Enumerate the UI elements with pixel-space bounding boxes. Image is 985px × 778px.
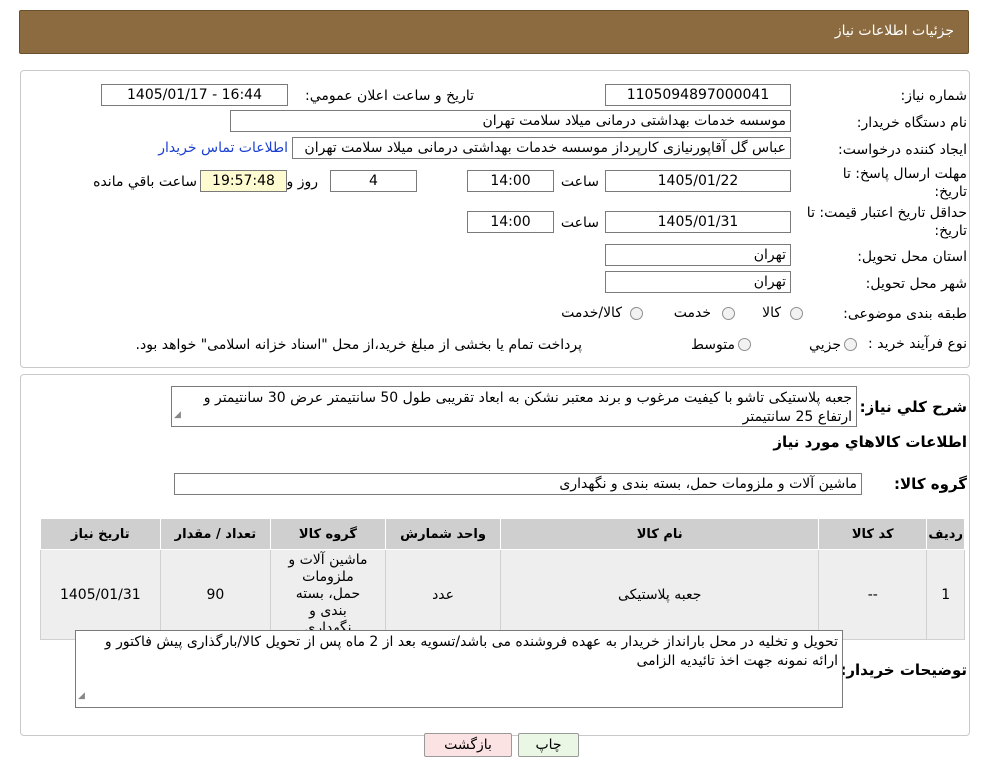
days-left-field: 4 — [330, 170, 417, 192]
category-goods-service-radio[interactable] — [630, 307, 643, 320]
price-validity-time-field: 14:00 — [467, 211, 554, 233]
col-header-date: تاریخ نیاز — [40, 518, 161, 550]
process-medium-label: متوسط — [691, 337, 735, 353]
price-validity-time-label: ساعت — [560, 215, 599, 231]
goods-table: تاریخ نیاز تعداد / مقدار گروه کالا واحد … — [40, 518, 965, 640]
goods-section-title: اطلاعات کالاهاي مورد نیاز — [773, 433, 967, 451]
process-minor-label: جزیي — [809, 337, 841, 353]
deadline-date-field: 1405/01/22 — [605, 170, 791, 192]
cell-group: ماشین آلات و ملزومات حمل، بسته بندی و نگ… — [270, 549, 386, 640]
process-label: نوع فرآیند خرید : — [868, 336, 967, 352]
buyer-org-label: نام دستگاه خریدار: — [856, 115, 967, 131]
deadline-label: مهلت ارسال پاسخ: تا — [842, 166, 967, 182]
process-medium-radio[interactable] — [738, 338, 751, 351]
print-button[interactable]: چاپ — [518, 733, 579, 757]
resize-grip-icon[interactable]: ◢ — [174, 406, 181, 425]
deadline-label-date: تاریخ: — [934, 184, 967, 200]
table-row: 1405/01/31 90 ماشین آلات و ملزومات حمل، … — [40, 549, 965, 640]
category-service-radio[interactable] — [722, 307, 735, 320]
col-header-row: ردیف — [926, 518, 965, 550]
buyer-notes-text: تحویل و تخلیه در محل بارانداز خریدار به … — [104, 634, 838, 669]
summary-label: شرح کلي نیاز: — [859, 398, 967, 416]
requester-field: عباس گل آقاپورنیازی کارپرداز موسسه خدمات… — [292, 137, 791, 159]
city-label: شهر محل تحویل: — [865, 276, 967, 292]
price-validity-date-field: 1405/01/31 — [605, 211, 791, 233]
cell-date: 1405/01/31 — [40, 549, 161, 640]
table-header-row: تاریخ نیاز تعداد / مقدار گروه کالا واحد … — [40, 518, 965, 550]
buyer-contact-link[interactable]: اطلاعات تماس خریدار — [158, 140, 288, 156]
page-header: جزئیات اطلاعات نیاز — [19, 10, 969, 54]
announce-datetime-field: 1405/01/17 - 16:44 — [101, 84, 288, 106]
page-title: جزئیات اطلاعات نیاز — [834, 23, 954, 39]
deadline-time-label: ساعت — [560, 174, 599, 190]
requester-label: ایجاد کننده درخواست: — [838, 142, 967, 158]
back-button[interactable]: بازگشت — [424, 733, 512, 757]
resize-grip-icon[interactable]: ◢ — [78, 687, 85, 706]
col-header-name: نام کالا — [500, 518, 820, 550]
cell-name: جعبه پلاستیکی — [500, 549, 820, 640]
announce-label: تاریخ و ساعت اعلان عمومي: — [305, 88, 474, 104]
process-payment-note: پرداخت تمام یا بخشی از مبلغ خرید،از محل … — [135, 337, 582, 353]
col-header-qty: تعداد / مقدار — [159, 518, 272, 550]
buyer-org-field: موسسه خدمات بهداشتی درمانی میلاد سلامت ت… — [230, 110, 791, 132]
col-header-code: کد کالا — [818, 518, 928, 550]
col-header-unit: واحد شمارش — [384, 518, 502, 550]
goods-group-field: ماشین آلات و ملزومات حمل، بسته بندی و نگ… — [174, 473, 862, 495]
cell-row: 1 — [926, 549, 965, 640]
cell-qty: 90 — [159, 549, 272, 640]
category-service-label: خدمت — [673, 305, 711, 321]
city-field: تهران — [605, 271, 791, 293]
summary-textarea[interactable]: جعبه پلاستیکی تاشو با کیفیت مرغوب و برند… — [171, 386, 857, 427]
price-validity-label: حداقل تاریخ اعتبار قیمت: تا — [806, 205, 967, 221]
process-minor-radio[interactable] — [844, 338, 857, 351]
category-goods-service-label: کالا/خدمت — [561, 305, 622, 321]
category-goods-radio[interactable] — [790, 307, 803, 320]
remaining-time-field: 19:57:48 — [200, 170, 287, 192]
cell-code: -- — [818, 549, 928, 640]
deadline-time-field: 14:00 — [467, 170, 554, 192]
price-validity-label-date: تاریخ: — [934, 223, 967, 239]
buyer-notes-label: توضیحات خریدار: — [840, 661, 967, 679]
buyer-notes-textarea[interactable]: تحویل و تخلیه در محل بارانداز خریدار به … — [75, 630, 843, 708]
cell-unit: عدد — [384, 549, 502, 640]
remaining-time-label: ساعت باقي مانده — [93, 174, 197, 190]
province-label: استان محل تحویل: — [857, 249, 967, 265]
need-number-field: 1105094897000041 — [605, 84, 791, 106]
province-field: تهران — [605, 244, 791, 266]
days-and-label: روز و — [286, 174, 319, 190]
contact-info-link-wrap[interactable]: اطلاعات تماس خریدار — [158, 140, 288, 156]
category-label: طبقه بندی موضوعی: — [843, 306, 967, 322]
goods-group-label: گروه کالا: — [894, 475, 967, 493]
col-header-group: گروه کالا — [270, 518, 386, 550]
need-number-label: شماره نیاز: — [900, 88, 968, 104]
category-goods-label: کالا — [762, 305, 781, 321]
summary-text: جعبه پلاستیکی تاشو با کیفیت مرغوب و برند… — [203, 390, 852, 425]
